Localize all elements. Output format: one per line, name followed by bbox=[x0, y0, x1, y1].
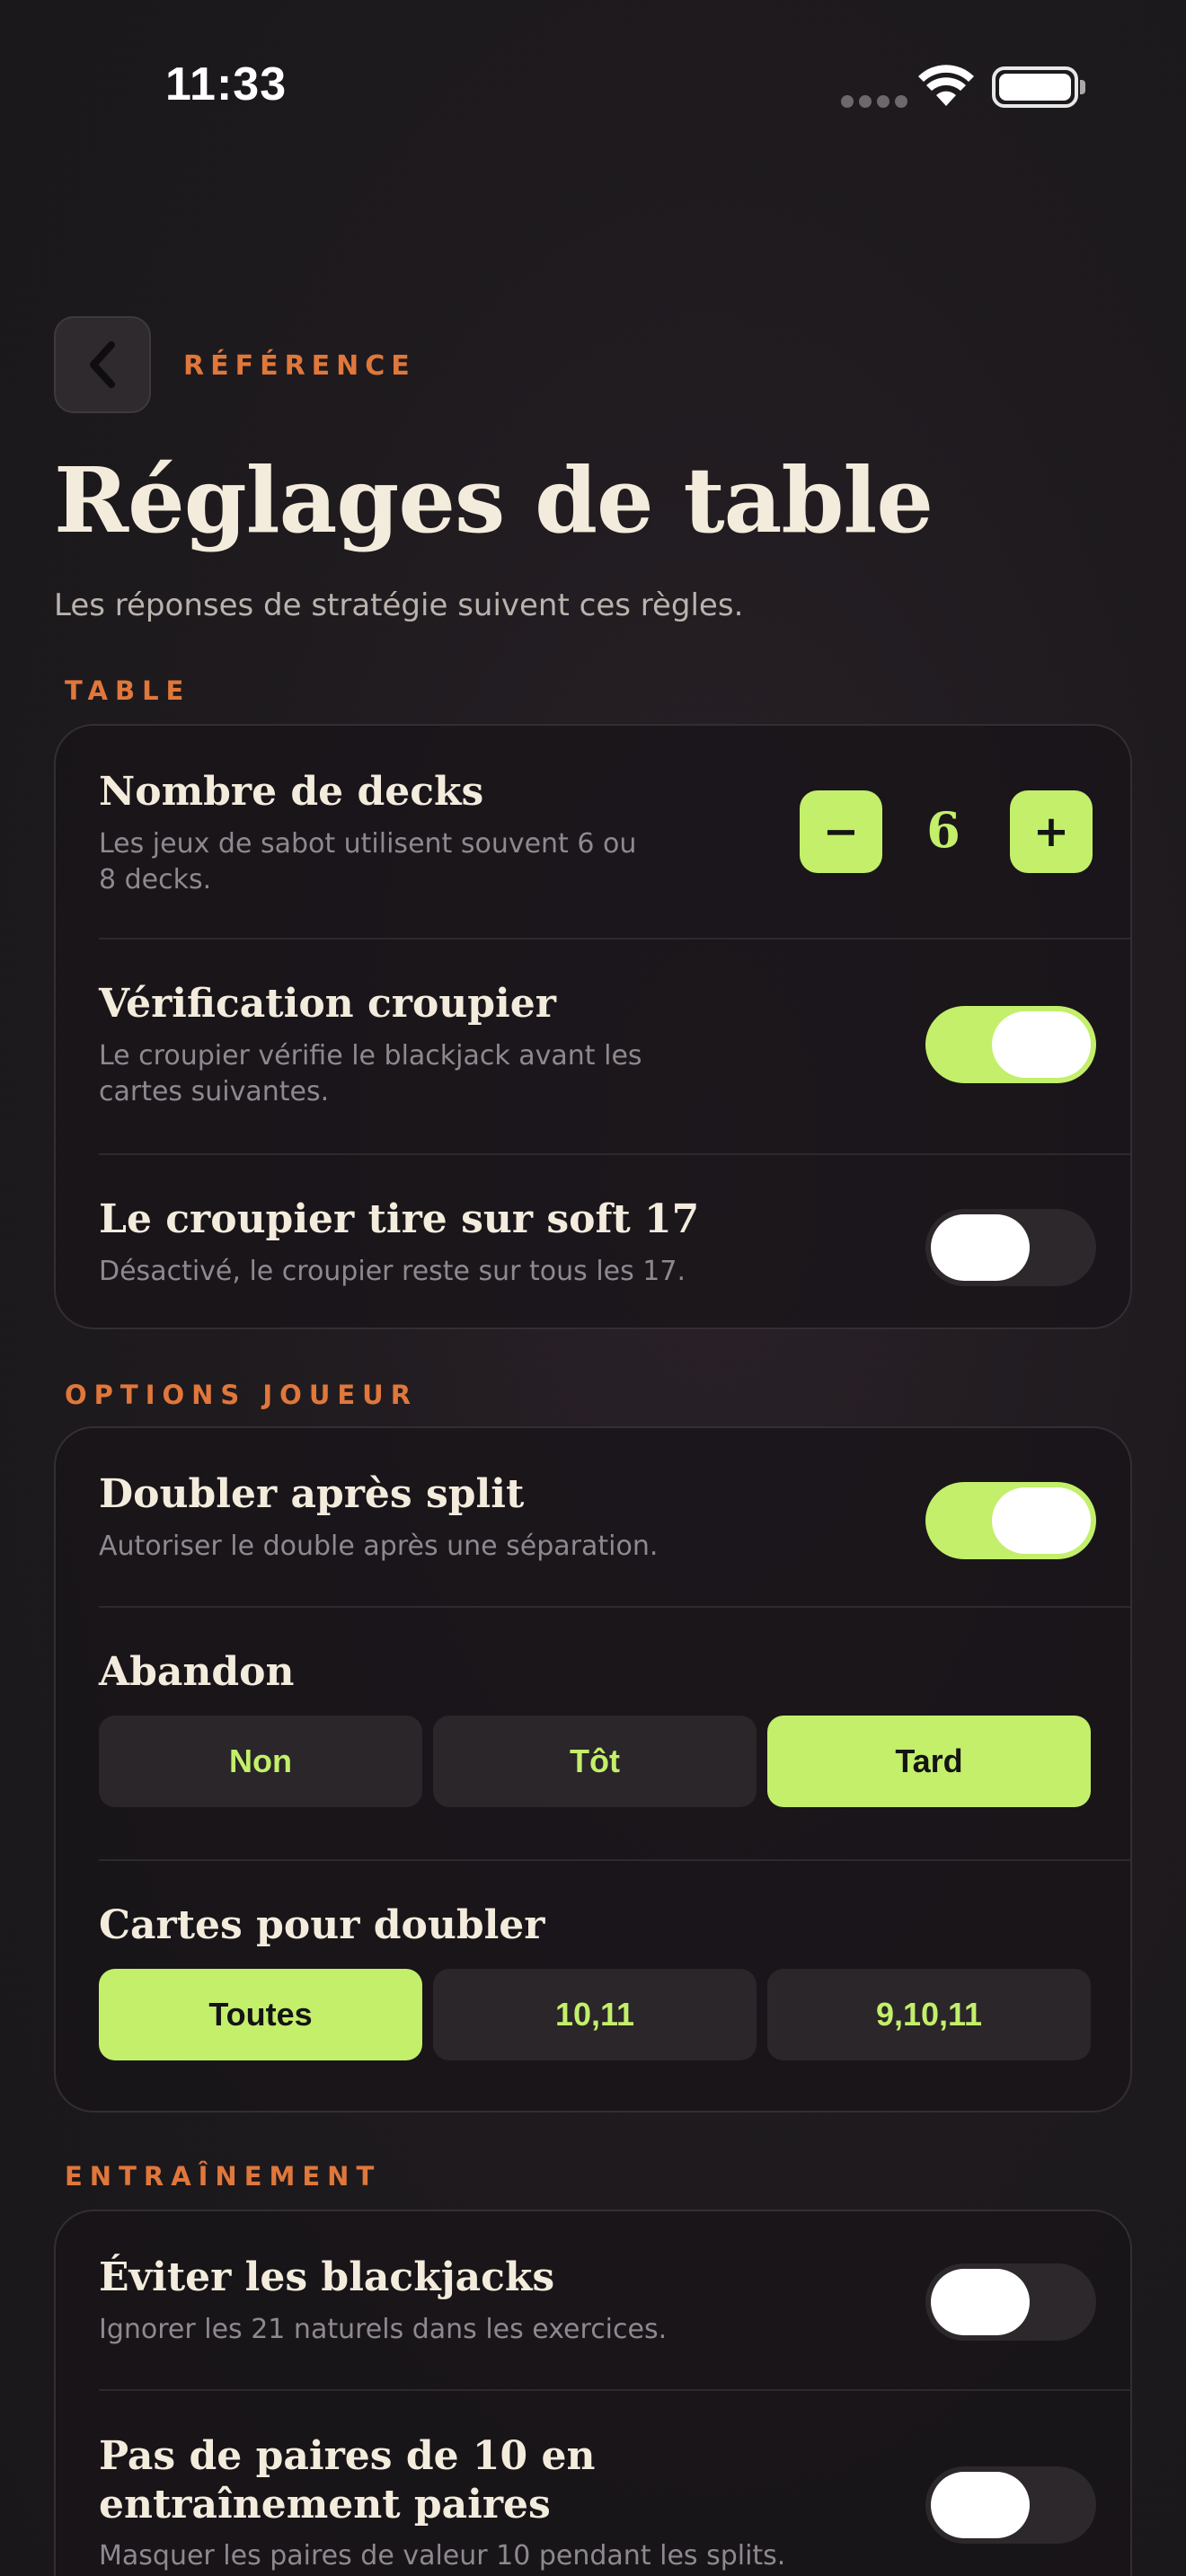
setting-description-line: 8 decks. bbox=[99, 864, 212, 895]
setting-description: Masquer les paires de valeur 10 pendant … bbox=[99, 2540, 786, 2572]
cellular-signal-icon bbox=[841, 95, 907, 108]
setting-row-dealer-peek: Vérification croupier Le croupier vérifi… bbox=[56, 940, 1130, 1153]
toggle-knob bbox=[992, 1011, 1091, 1078]
toggle-no-ten-pairs[interactable] bbox=[925, 2466, 1096, 2544]
toggle-knob bbox=[992, 1487, 1091, 1554]
toggle-avoid-blackjacks[interactable] bbox=[925, 2263, 1096, 2341]
wifi-icon bbox=[918, 65, 974, 106]
toggle-dealer-peek[interactable] bbox=[925, 1006, 1096, 1083]
section-label-table: TABLE bbox=[65, 675, 191, 706]
setting-title-line: entraînement paires bbox=[99, 2482, 551, 2527]
setting-title: Le croupier tire sur soft 17 bbox=[99, 1196, 700, 1242]
setting-description: Les jeux de sabot utilisent souvent 6 ou… bbox=[99, 826, 636, 898]
setting-title: Doubler après split bbox=[99, 1471, 525, 1517]
back-button[interactable] bbox=[54, 316, 151, 413]
toggle-knob bbox=[931, 1214, 1030, 1281]
card-training: Éviter les blackjacks Ignorer les 21 nat… bbox=[54, 2210, 1132, 2576]
setting-description: Ignorer les 21 naturels dans les exercic… bbox=[99, 2314, 668, 2345]
setting-title-line: Pas de paires de 10 en bbox=[99, 2433, 596, 2479]
card-table: Nombre de decks Les jeux de sabot utilis… bbox=[54, 724, 1132, 1329]
setting-row-double-cards: Cartes pour doubler Toutes 10,11 9,10,11 bbox=[56, 1861, 1130, 2111]
page-title: Réglages de table bbox=[54, 447, 934, 553]
toggle-double-after-split[interactable] bbox=[925, 1482, 1096, 1559]
setting-description: Le croupier vérifie le blackjack avant l… bbox=[99, 1038, 642, 1110]
setting-row-avoid-blackjacks: Éviter les blackjacks Ignorer les 21 nat… bbox=[56, 2211, 1130, 2389]
setting-title: Cartes pour doubler bbox=[99, 1902, 545, 1948]
chevron-left-icon bbox=[90, 341, 115, 388]
decrement-button[interactable]: − bbox=[800, 790, 882, 873]
setting-row-surrender: Abandon Non Tôt Tard bbox=[56, 1608, 1130, 1859]
toggle-knob bbox=[931, 2472, 1030, 2538]
segment-double-9-10-11[interactable]: 9,10,11 bbox=[767, 1969, 1091, 2060]
increment-button[interactable]: + bbox=[1010, 790, 1093, 873]
setting-description: Autoriser le double après une séparation… bbox=[99, 1531, 659, 1562]
breadcrumb-eyebrow: RÉFÉRENCE bbox=[183, 350, 416, 382]
segment-surrender-tot[interactable]: Tôt bbox=[433, 1716, 757, 1807]
setting-title: Nombre de decks bbox=[99, 769, 484, 815]
segment-double-10-11[interactable]: 10,11 bbox=[433, 1969, 757, 2060]
segment-surrender-tard[interactable]: Tard bbox=[767, 1716, 1091, 1807]
setting-description-line: cartes suivantes. bbox=[99, 1076, 330, 1107]
setting-row-soft17: Le croupier tire sur soft 17 Désactivé, … bbox=[56, 1155, 1130, 1328]
setting-title: Vérification croupier bbox=[99, 981, 556, 1027]
card-player-options: Doubler après split Autoriser le double … bbox=[54, 1426, 1132, 2113]
segment-surrender-non[interactable]: Non bbox=[99, 1716, 422, 1807]
battery-icon bbox=[992, 66, 1085, 108]
setting-row-decks: Nombre de decks Les jeux de sabot utilis… bbox=[56, 726, 1130, 940]
status-bar: 11:33 bbox=[0, 0, 1186, 180]
setting-row-no-ten-pairs: Pas de paires de 10 en entraînement pair… bbox=[56, 2391, 1130, 2576]
setting-title: Éviter les blackjacks bbox=[99, 2254, 555, 2300]
page-subtitle: Les réponses de stratégie suivent ces rè… bbox=[54, 587, 744, 623]
setting-description-line: Les jeux de sabot utilisent souvent 6 ou bbox=[99, 828, 637, 860]
section-label-training: ENTRAÎNEMENT bbox=[65, 2161, 382, 2192]
toggle-knob bbox=[931, 2269, 1030, 2335]
setting-title: Abandon bbox=[99, 1649, 295, 1695]
setting-description: Désactivé, le croupier reste sur tous le… bbox=[99, 1256, 686, 1287]
setting-title: Pas de paires de 10 en entraînement pair… bbox=[99, 2432, 595, 2529]
setting-description-line: Le croupier vérifie le blackjack avant l… bbox=[99, 1040, 642, 1072]
section-label-player-options: OPTIONS JOUEUR bbox=[65, 1380, 419, 1410]
segment-double-toutes[interactable]: Toutes bbox=[99, 1969, 422, 2060]
toggle-soft17[interactable] bbox=[925, 1209, 1096, 1286]
status-time: 11:33 bbox=[165, 58, 288, 110]
setting-row-double-after-split: Doubler après split Autoriser le double … bbox=[56, 1428, 1130, 1606]
decks-value: 6 bbox=[926, 801, 960, 859]
